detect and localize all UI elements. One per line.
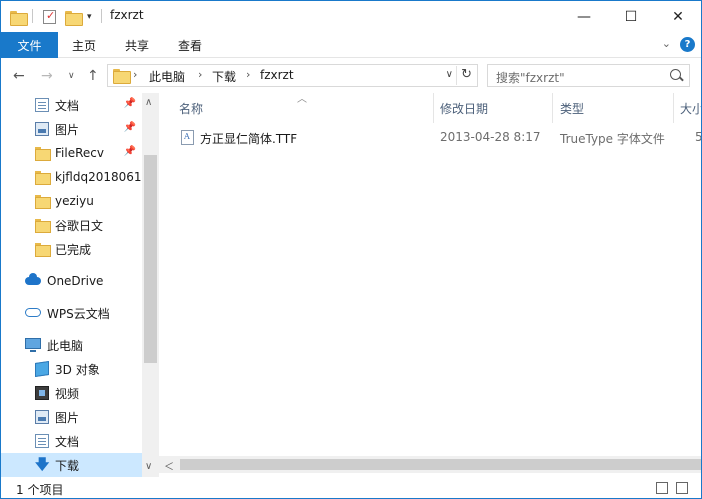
- scroll-up-icon[interactable]: ∧: [145, 97, 152, 108]
- tab-home[interactable]: 主页: [72, 32, 96, 58]
- nav-item-videos[interactable]: 视频: [1, 381, 142, 405]
- address-row: ← → ∨ ↑ › 此电脑 › 下载 › fzxrzt ∨ ↻ 搜索"fzxrz…: [1, 59, 701, 93]
- file-size: 5: [695, 130, 702, 144]
- download-icon: 🡇: [35, 457, 50, 473]
- wps-cloud-icon: [25, 308, 41, 317]
- recent-locations-icon[interactable]: ∨: [68, 71, 75, 81]
- breadcrumb-this-pc[interactable]: 此电脑: [149, 68, 185, 85]
- address-divider: [456, 66, 457, 85]
- pictures-icon: [35, 122, 49, 136]
- video-icon: [35, 386, 49, 400]
- nav-item-downloads[interactable]: 🡇 下载: [1, 453, 142, 477]
- document-icon: [35, 98, 49, 112]
- document-icon: [35, 434, 49, 448]
- scroll-left-icon[interactable]: ＜: [164, 458, 174, 473]
- nav-item-filerecv[interactable]: FileRecv 📌: [1, 141, 142, 165]
- toolbar-separator: [101, 9, 102, 23]
- nav-item-kjfldq[interactable]: kjfldq20180619: [1, 165, 149, 189]
- horizontal-scrollbar[interactable]: ＜: [159, 456, 701, 473]
- explorer-window: ✓ ▾ fzxrzt — ☐ ✕ 文件 主页 共享 查看 ⌄ ? ← → ∨ ↑…: [0, 0, 702, 499]
- quick-access-dropdown-icon[interactable]: ▾: [87, 8, 92, 26]
- tab-file[interactable]: 文件: [1, 32, 58, 58]
- breadcrumb-separator-icon: ›: [133, 68, 138, 81]
- nav-item-onedrive[interactable]: OneDrive: [1, 269, 142, 293]
- address-dropdown-icon[interactable]: ∨: [446, 69, 453, 80]
- folder-icon: [35, 147, 51, 161]
- nav-item-pc-documents[interactable]: 文档: [1, 429, 142, 453]
- scrollbar-thumb[interactable]: [180, 459, 701, 470]
- close-button[interactable]: ✕: [655, 1, 701, 32]
- 3d-objects-icon: [35, 361, 49, 377]
- nav-item-google-japanese[interactable]: 谷歌日文: [1, 213, 142, 237]
- ribbon-expand-icon[interactable]: ⌄: [662, 37, 671, 50]
- cloud-icon: [25, 273, 41, 285]
- address-bar[interactable]: › 此电脑 › 下载 › fzxrzt ∨ ↻: [107, 64, 478, 87]
- folder-icon: [35, 243, 51, 257]
- nav-item-documents[interactable]: 文档 📌: [1, 93, 142, 117]
- status-bar: 1 个项目: [1, 477, 701, 498]
- file-modified: 2013-04-28 8:17: [440, 130, 541, 144]
- folder-icon: [35, 219, 51, 233]
- window-title: fzxrzt: [110, 8, 144, 22]
- search-input[interactable]: 搜索"fzxrzt": [487, 64, 690, 87]
- column-header-name[interactable]: 名称: [179, 100, 203, 117]
- sort-ascending-icon: ︿: [297, 94, 307, 105]
- scroll-down-icon[interactable]: ∨: [145, 461, 152, 472]
- column-divider[interactable]: [673, 93, 674, 123]
- minimize-button[interactable]: —: [561, 1, 607, 32]
- breadcrumb-separator-icon: ›: [198, 68, 203, 81]
- nav-item-completed[interactable]: 已完成: [1, 237, 142, 261]
- pin-icon: 📌: [123, 98, 136, 109]
- tab-view[interactable]: 查看: [178, 32, 202, 58]
- tab-share[interactable]: 共享: [125, 32, 149, 58]
- column-header-modified[interactable]: 修改日期: [440, 100, 488, 117]
- details-view-icon[interactable]: [656, 482, 668, 494]
- file-type: TrueType 字体文件: [560, 132, 665, 146]
- nav-scrollbar[interactable]: ∧ ∨: [142, 93, 159, 477]
- title-bar: ✓ ▾ fzxrzt — ☐ ✕: [1, 1, 701, 32]
- column-divider[interactable]: [552, 93, 553, 123]
- computer-icon: [25, 338, 41, 352]
- help-icon[interactable]: ?: [680, 37, 695, 52]
- forward-icon[interactable]: →: [41, 68, 53, 84]
- refresh-icon[interactable]: ↻: [461, 67, 472, 82]
- file-name[interactable]: 方正显仁简体.TTF: [200, 130, 297, 147]
- nav-item-3d-objects[interactable]: 3D 对象: [1, 357, 142, 381]
- search-icon[interactable]: [670, 69, 681, 80]
- new-folder-icon[interactable]: [65, 8, 83, 26]
- back-icon[interactable]: ←: [13, 68, 25, 84]
- ribbon-tabs: 文件 主页 共享 查看 ⌄ ?: [1, 32, 701, 58]
- breadcrumb-downloads[interactable]: 下载: [212, 68, 236, 85]
- column-divider[interactable]: [433, 93, 434, 123]
- file-row[interactable]: 方正显仁简体.TTF 2013-04-28 8:17 TrueType 字体文件…: [177, 127, 702, 149]
- up-icon[interactable]: ↑: [87, 68, 99, 84]
- scrollbar-thumb[interactable]: [144, 155, 157, 363]
- nav-item-yeziyu[interactable]: yeziyu: [1, 189, 142, 213]
- item-count: 1 个项目: [16, 483, 64, 497]
- folder-icon[interactable]: [10, 8, 28, 26]
- breadcrumb-separator-icon: ›: [246, 68, 251, 81]
- large-icons-view-icon[interactable]: [676, 482, 688, 494]
- pictures-icon: [35, 410, 49, 424]
- folder-icon: [113, 69, 131, 84]
- toolbar-separator: [32, 9, 33, 23]
- folder-icon: [35, 171, 51, 185]
- nav-item-wps[interactable]: WPS云文档: [1, 301, 142, 325]
- folder-icon: [35, 195, 51, 209]
- file-list: ︿ 名称 修改日期 类型 大小 方正显仁简体.TTF 2013-04-28 8:…: [159, 93, 701, 477]
- nav-item-pc-pictures[interactable]: 图片: [1, 405, 142, 429]
- properties-icon[interactable]: ✓: [43, 8, 56, 26]
- breadcrumb-current[interactable]: fzxrzt: [260, 68, 294, 82]
- pin-icon: 📌: [123, 122, 136, 133]
- nav-item-this-pc[interactable]: 此电脑: [1, 333, 142, 357]
- search-placeholder: 搜索"fzxrzt": [496, 71, 565, 85]
- column-header-type[interactable]: 类型: [560, 100, 584, 117]
- column-header-size[interactable]: 大小: [680, 100, 701, 117]
- maximize-button[interactable]: ☐: [608, 1, 654, 32]
- pin-icon: 📌: [123, 146, 136, 157]
- navigation-pane: 文档 📌 图片 📌 FileRecv 📌 kjfldq20180619 yezi…: [1, 93, 159, 477]
- font-file-icon: [181, 130, 194, 145]
- nav-item-pictures[interactable]: 图片 📌: [1, 117, 142, 141]
